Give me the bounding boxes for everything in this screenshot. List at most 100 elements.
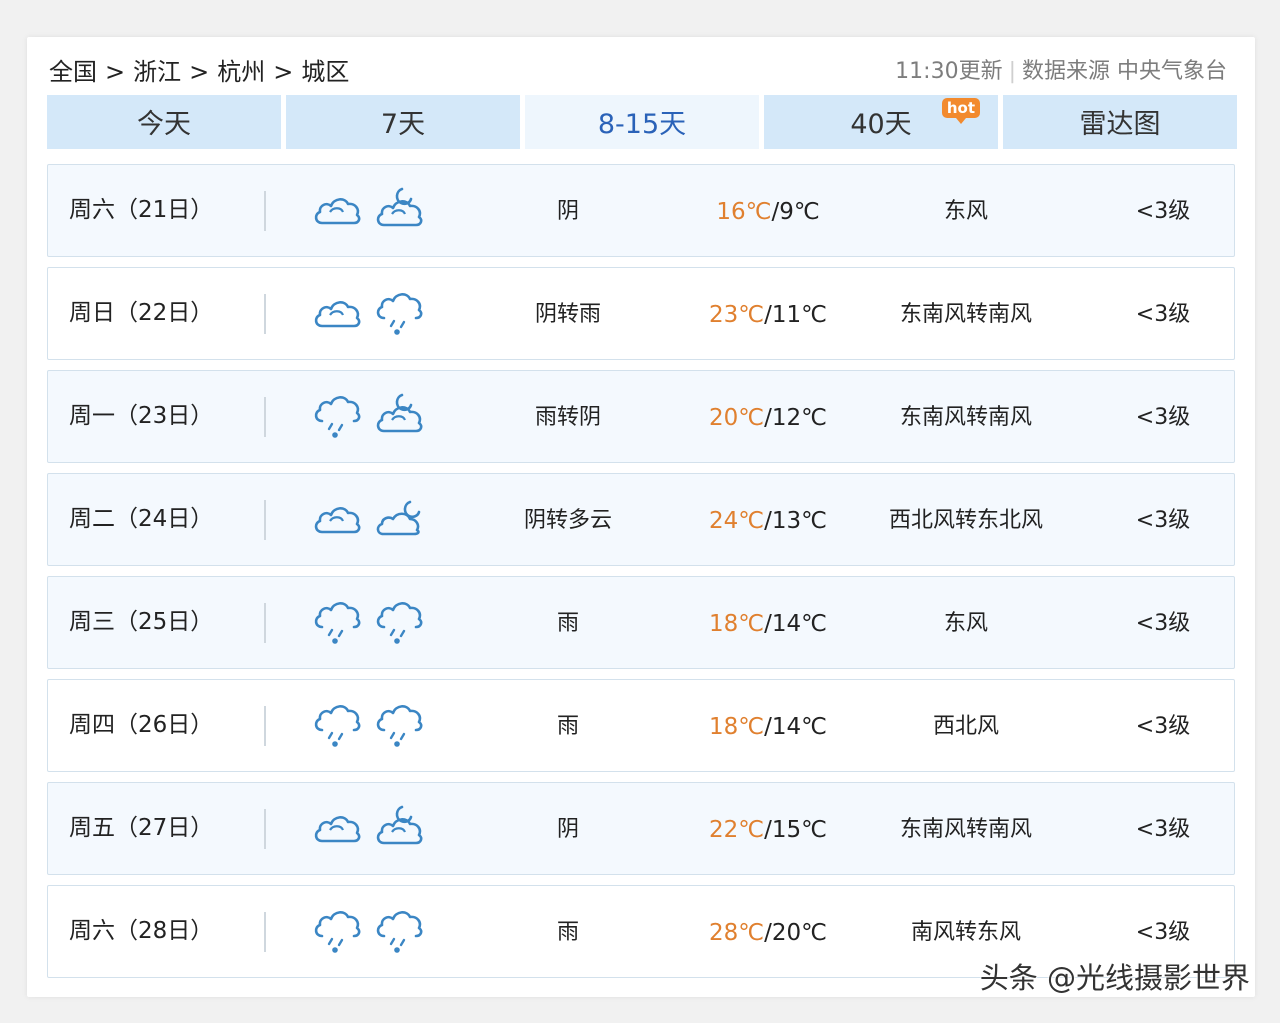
forecast-day: 周日（22日） (69, 300, 214, 326)
breadcrumb-item-country[interactable]: 全国 (49, 58, 97, 86)
forecast-row: 周二（24日） 阴转多云 24℃/13℃ 西北风转东北风 <3级 (47, 473, 1235, 566)
row-divider (264, 809, 266, 849)
temp-separator: / (764, 405, 772, 431)
rain-cloud-icon (312, 391, 364, 439)
tab-8-15-days[interactable]: 8-15天 (525, 95, 759, 149)
low-temp: 12℃ (771, 405, 827, 431)
meta-divider: | (1008, 59, 1016, 84)
row-divider (264, 603, 266, 643)
temp-separator: / (764, 714, 772, 740)
row-divider (264, 500, 266, 540)
forecast-row: 周三（25日） 雨 18℃/14℃ 东风 <3级 (47, 576, 1235, 669)
tab-label: 8-15天 (597, 109, 687, 140)
rain-cloud-icon (312, 597, 364, 645)
high-temp: 20℃ (709, 405, 765, 431)
tab-7-days[interactable]: 7天 (286, 95, 520, 149)
rain-cloud-icon (374, 286, 428, 338)
forecast-wind: 东南风转南风 (899, 405, 1032, 430)
high-temp: 18℃ (709, 611, 765, 637)
tab-radar[interactable]: 雷达图 (1003, 95, 1237, 149)
forecast-day: 周三（25日） (69, 609, 214, 635)
forecast-day: 周一（23日） (69, 403, 214, 429)
update-info: 11:30更新 | 数据来源 中央气象台 (895, 55, 1227, 89)
rain-cloud-icon (312, 906, 364, 954)
forecast-condition: 雨转阴 (534, 405, 601, 430)
temp-separator: / (764, 920, 772, 946)
row-divider (264, 191, 266, 231)
tab-label: 今天 (137, 109, 191, 140)
breadcrumb-separator: > (273, 58, 294, 86)
tab-today[interactable]: 今天 (47, 95, 281, 149)
forecast-row: 周五（27日） 阴 22℃/15℃ 东南风转南风 <3级 (47, 782, 1235, 875)
data-source: 数据来源 中央气象台 (1022, 59, 1227, 84)
moon-cloud-icon (374, 801, 428, 853)
forecast-wind: 东南风转南风 (899, 302, 1032, 327)
wind-level: <3级 (1135, 611, 1191, 636)
tab-40-days[interactable]: 40天 hot (764, 95, 998, 149)
forecast-day: 周六（21日） (69, 197, 214, 223)
low-temp: 14℃ (771, 611, 827, 637)
row-divider (264, 294, 266, 334)
forecast-row: 周日（22日） 阴转雨 23℃/11℃ 东南风转南风 <3级 (47, 267, 1235, 360)
wind-level: <3级 (1135, 714, 1191, 739)
breadcrumb: 全国 > 浙江 > 杭州 > 城区 (49, 55, 349, 89)
rain-cloud-icon (312, 700, 364, 748)
forecast-condition: 雨 (556, 714, 579, 739)
forecast-wind: 东风 (943, 199, 988, 224)
forecast-wind: 东风 (943, 611, 988, 636)
high-temp: 24℃ (709, 508, 765, 534)
high-temp: 22℃ (709, 817, 765, 843)
forecast-condition: 阴转多云 (523, 508, 612, 533)
wind-level: <3级 (1135, 405, 1191, 430)
temp-separator: / (764, 508, 772, 534)
forecast-temperature: 28℃/20℃ (678, 886, 858, 977)
high-temp: 16℃ (716, 199, 772, 225)
low-temp: 11℃ (771, 302, 827, 328)
low-temp: 15℃ (771, 817, 827, 843)
temp-separator: / (764, 817, 772, 843)
forecast-wind: 西北风 (932, 714, 999, 739)
row-divider (264, 706, 266, 746)
weather-panel: 全国 > 浙江 > 杭州 > 城区 11:30更新 | 数据来源 中央气象台 今天 7天 8-1… (27, 37, 1255, 997)
temp-separator: / (764, 611, 772, 637)
forecast-day: 周四（26日） (69, 712, 214, 738)
forecast-day: 周二（24日） (69, 506, 214, 532)
low-temp: 14℃ (771, 714, 827, 740)
forecast-row: 周六（21日） 阴 16℃/9℃ 东风 <3级 (47, 164, 1235, 257)
cloud-icon (312, 288, 364, 336)
wind-level: <3级 (1135, 817, 1191, 842)
moon-partly-cloudy-icon (374, 492, 428, 544)
forecast-temperature: 18℃/14℃ (678, 680, 858, 771)
high-temp: 28℃ (709, 920, 765, 946)
forecast-temperature: 24℃/13℃ (678, 474, 858, 565)
low-temp: 13℃ (771, 508, 827, 534)
low-temp: 9℃ (779, 199, 820, 225)
moon-cloud-icon (374, 183, 428, 235)
rain-cloud-icon (374, 595, 428, 647)
update-time: 11:30更新 (895, 59, 1003, 84)
moon-cloud-icon (374, 389, 428, 441)
forecast-temperature: 18℃/14℃ (678, 577, 858, 668)
rain-cloud-icon (374, 698, 428, 750)
forecast-temperature: 23℃/11℃ (678, 268, 858, 359)
forecast-condition: 阴 (556, 817, 579, 842)
forecast-day: 周六（28日） (69, 918, 214, 944)
hot-badge: hot (941, 98, 980, 124)
low-temp: 20℃ (771, 920, 827, 946)
forecast-temperature: 16℃/9℃ (678, 165, 858, 256)
tab-label: 雷达图 (1079, 109, 1161, 140)
breadcrumb-item-city[interactable]: 杭州 (217, 58, 265, 86)
row-divider (264, 397, 266, 437)
forecast-row: 周四（26日） 雨 18℃/14℃ 西北风 <3级 (47, 679, 1235, 772)
cloud-icon (312, 185, 364, 233)
breadcrumb-item-district[interactable]: 城区 (301, 58, 349, 86)
forecast-tabs: 今天 7天 8-15天 40天 hot 雷达图 (47, 95, 1237, 149)
cloud-icon (312, 803, 364, 851)
wind-level: <3级 (1135, 302, 1191, 327)
forecast-condition: 雨 (556, 611, 579, 636)
tab-label: 7天 (380, 109, 426, 140)
temp-separator: / (764, 302, 772, 328)
breadcrumb-item-province[interactable]: 浙江 (133, 58, 181, 86)
wind-level: <3级 (1135, 508, 1191, 533)
tab-label: 40天 (850, 109, 912, 140)
